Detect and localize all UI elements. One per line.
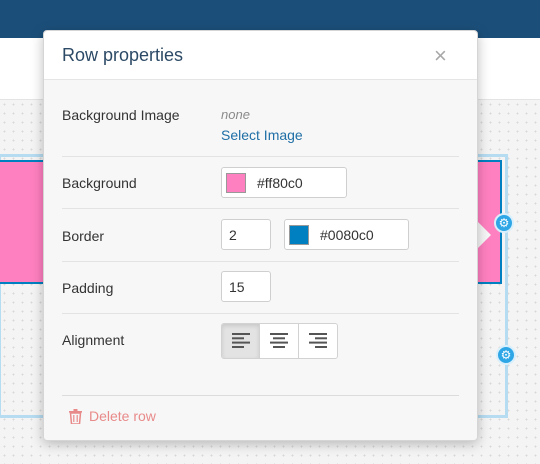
align-left-button[interactable]	[222, 324, 261, 358]
footer-divider	[62, 395, 459, 396]
dialog-pointer-arrow	[478, 222, 491, 248]
dialog-header: Row properties ×	[44, 31, 477, 80]
trash-icon	[69, 408, 82, 424]
select-image-link[interactable]: Select Image	[221, 127, 303, 143]
align-right-icon	[308, 333, 327, 348]
background-label: Background	[62, 175, 137, 191]
align-right-button[interactable]	[299, 324, 337, 358]
delete-row-button[interactable]: Delete row	[69, 408, 156, 424]
row-settings-gear-icon[interactable]: ⚙	[496, 345, 516, 365]
border-color-swatch	[289, 225, 309, 245]
align-center-button[interactable]	[260, 324, 299, 358]
background-image-value: none	[221, 107, 250, 122]
border-color-picker[interactable]: #0080c0	[284, 219, 409, 250]
background-color-picker[interactable]: #ff80c0	[221, 167, 347, 198]
dialog-title: Row properties	[62, 45, 184, 65]
border-width-input[interactable]: 2	[221, 219, 271, 250]
align-left-icon	[232, 333, 250, 348]
alignment-button-group	[221, 323, 338, 359]
alignment-label: Alignment	[62, 332, 125, 348]
padding-input[interactable]: 15	[221, 271, 271, 302]
divider	[62, 156, 459, 157]
divider	[62, 261, 459, 262]
background-color-value: #ff80c0	[257, 175, 303, 191]
row-settings-gear-icon[interactable]: ⚙	[494, 213, 514, 233]
divider	[62, 313, 459, 314]
delete-row-label: Delete row	[89, 408, 156, 424]
row-properties-dialog: Row properties × Background Image none S…	[43, 30, 478, 441]
divider	[62, 208, 459, 209]
border-color-value: #0080c0	[320, 227, 374, 243]
background-color-swatch	[226, 173, 246, 193]
close-icon[interactable]: ×	[434, 45, 447, 67]
border-label: Border	[62, 228, 105, 244]
background-image-label: Background Image	[62, 107, 180, 123]
align-center-icon	[270, 333, 289, 348]
padding-label: Padding	[62, 280, 114, 296]
